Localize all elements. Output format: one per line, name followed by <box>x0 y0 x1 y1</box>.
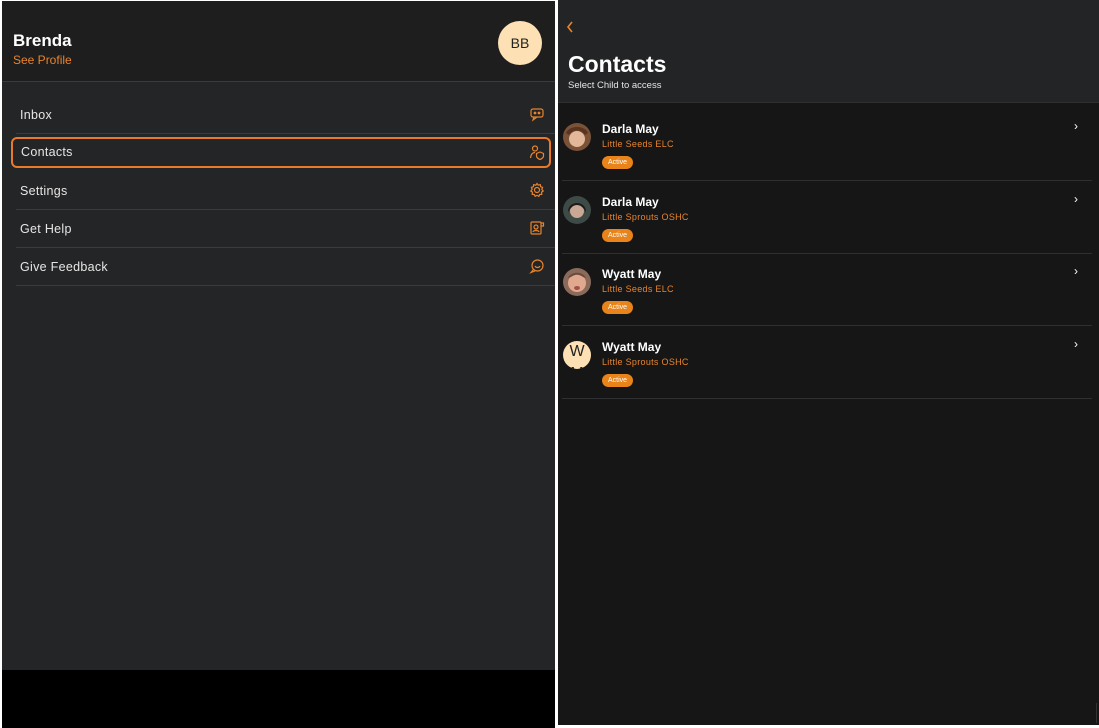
feedback-chat-icon <box>529 259 544 274</box>
menu-item-label: Contacts <box>21 145 73 159</box>
see-profile-link[interactable]: See Profile <box>13 53 72 67</box>
child-avatar: W M <box>563 341 591 369</box>
menu-item-get-help[interactable]: Get Help <box>16 210 555 248</box>
back-button[interactable] <box>565 18 575 39</box>
chevron-right-icon: › <box>1074 264 1078 278</box>
inbox-chat-icon <box>530 108 544 122</box>
contact-row[interactable]: Wyatt May Little Seeds ELC Active › <box>562 253 1092 326</box>
menu-item-contacts[interactable]: Contacts <box>11 137 551 168</box>
status-badge: Active <box>602 374 634 387</box>
contact-name: Darla May <box>602 122 659 136</box>
sidebar-footer <box>2 670 555 728</box>
menu-item-settings[interactable]: Settings <box>16 172 555 210</box>
contact-row[interactable]: Darla May Little Sprouts OSHC Active › <box>562 181 1092 254</box>
status-badge: Active <box>602 156 634 169</box>
contacts-shield-icon <box>529 145 545 160</box>
menu-item-inbox[interactable]: Inbox <box>16 96 555 134</box>
profile-header: Brenda See Profile BB <box>2 1 555 82</box>
contact-name: Darla May <box>602 195 659 209</box>
status-badge: Active <box>602 301 634 314</box>
chevron-left-icon <box>566 21 573 33</box>
menu-item-label: Get Help <box>20 222 72 236</box>
contact-center: Little Seeds ELC <box>602 284 674 294</box>
child-avatar <box>563 268 591 296</box>
contact-name: Wyatt May <box>602 267 662 281</box>
child-avatar <box>563 123 591 151</box>
child-avatar <box>563 196 591 224</box>
status-badge: Active <box>602 229 634 242</box>
contacts-panel: Contacts Select Child to access Darla Ma… <box>558 0 1099 725</box>
menu-item-give-feedback[interactable]: Give Feedback <box>16 248 555 286</box>
gear-icon <box>529 182 545 198</box>
chevron-right-icon: › <box>1074 192 1078 206</box>
chevron-right-icon: › <box>1074 337 1078 351</box>
contact-row[interactable]: Darla May Little Seeds ELC Active › <box>562 108 1092 181</box>
contact-center: Little Sprouts OSHC <box>602 212 689 222</box>
help-icon <box>530 221 545 235</box>
contact-center: Little Seeds ELC <box>602 139 674 149</box>
contacts-header: Contacts Select Child to access <box>558 0 1099 103</box>
menu-item-label: Inbox <box>20 108 53 122</box>
page-subtitle: Select Child to access <box>568 80 662 91</box>
contact-name: Wyatt May <box>602 340 662 354</box>
contact-row[interactable]: W M Wyatt May Little Sprouts OSHC Active… <box>562 326 1092 399</box>
sidebar-panel: Brenda See Profile BB Inbox Contacts Set… <box>2 1 555 728</box>
menu-item-label: Give Feedback <box>20 260 108 274</box>
user-name: Brenda <box>13 31 72 50</box>
chevron-right-icon: › <box>1074 119 1078 133</box>
page-title: Contacts <box>568 51 667 77</box>
contact-center: Little Sprouts OSHC <box>602 357 689 367</box>
scrollbar-indicator <box>1096 703 1097 723</box>
menu-item-label: Settings <box>20 184 68 198</box>
avatar[interactable]: BB <box>498 21 542 65</box>
